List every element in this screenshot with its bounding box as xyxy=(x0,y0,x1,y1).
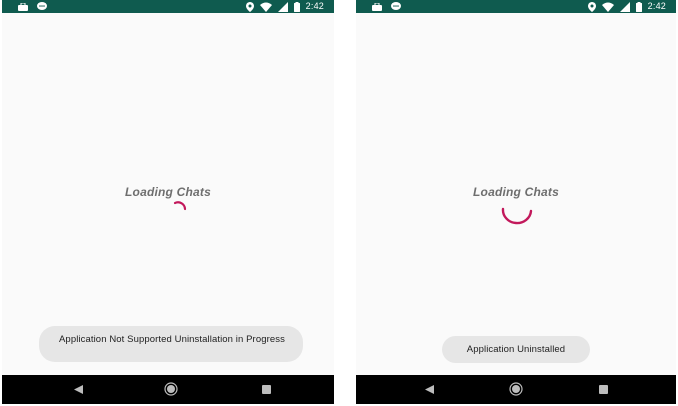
chat-bubble-icon xyxy=(37,2,47,11)
loading-spinner xyxy=(500,205,534,232)
battery-icon xyxy=(293,1,300,12)
recent-apps-icon[interactable] xyxy=(596,382,610,396)
status-time: 2:42 xyxy=(305,1,324,11)
loading-chats-label: Loading Chats xyxy=(125,185,211,199)
back-icon[interactable] xyxy=(422,382,436,396)
home-icon[interactable] xyxy=(509,382,523,396)
wifi-icon xyxy=(601,2,614,12)
status-time: 2:42 xyxy=(647,1,666,11)
battery-icon xyxy=(635,1,642,12)
cell-signal-icon xyxy=(277,1,288,12)
location-icon xyxy=(245,1,254,12)
phone-screen-right: 2:42 Loading Chats Application Uninstall… xyxy=(356,0,676,404)
wifi-icon xyxy=(259,2,272,12)
loading-chats-label: Loading Chats xyxy=(473,185,559,199)
location-icon xyxy=(587,1,596,12)
recent-apps-icon[interactable] xyxy=(259,382,273,396)
back-icon[interactable] xyxy=(71,382,85,396)
home-icon[interactable] xyxy=(164,382,178,396)
status-bar: 2:42 xyxy=(2,0,334,13)
loading-spinner xyxy=(170,200,190,225)
navigation-bar xyxy=(2,375,334,404)
navigation-bar xyxy=(356,375,676,404)
toast-message: Application Uninstalled xyxy=(442,336,590,363)
briefcase-icon xyxy=(18,2,28,11)
toast-message: Application Not Supported Uninstallation… xyxy=(39,326,303,362)
chat-bubble-icon xyxy=(391,2,401,11)
briefcase-icon xyxy=(372,2,382,11)
phone-screen-left: 2:42 Loading Chats Application Not Suppo… xyxy=(2,0,334,404)
cell-signal-icon xyxy=(619,1,630,12)
status-bar: 2:42 xyxy=(356,0,676,13)
